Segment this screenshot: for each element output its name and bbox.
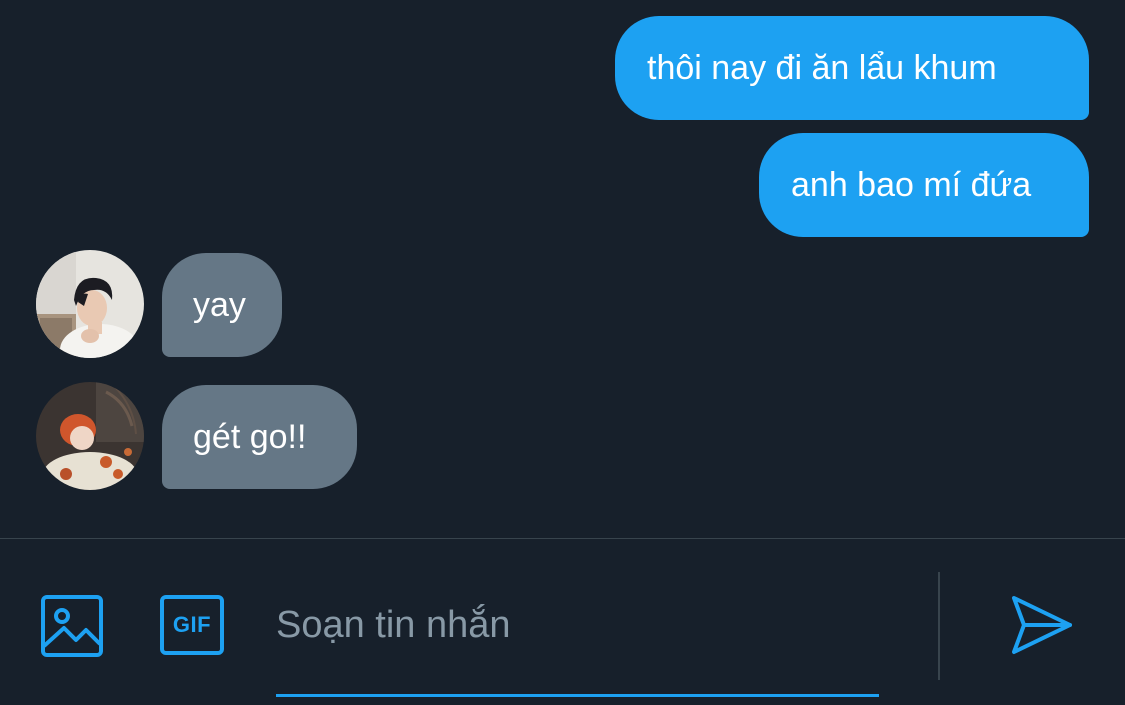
message-text: yay bbox=[193, 286, 246, 324]
gif-button-label: GIF bbox=[172, 612, 212, 637]
add-media-button[interactable] bbox=[40, 594, 104, 658]
message-input[interactable] bbox=[276, 590, 879, 660]
dm-conversation-screen: thôi nay đi ăn lẩu khum anh bao mí đứa y… bbox=[0, 0, 1125, 705]
composer-focus-underline bbox=[276, 694, 879, 697]
send-icon bbox=[1012, 596, 1072, 654]
message-bubble-incoming[interactable]: yay bbox=[162, 253, 282, 357]
avatar-orange-hair-person-icon bbox=[36, 382, 144, 490]
message-composer bbox=[276, 590, 879, 698]
avatar-dark-hair-person-icon bbox=[36, 250, 144, 358]
image-icon bbox=[41, 595, 103, 657]
composer-divider bbox=[0, 538, 1125, 539]
message-bubble-incoming[interactable]: gét go!! bbox=[162, 385, 357, 489]
message-bubble-outgoing[interactable]: anh bao mí đứa bbox=[759, 133, 1089, 237]
avatar[interactable] bbox=[36, 250, 144, 358]
message-text: anh bao mí đứa bbox=[791, 166, 1032, 204]
send-button[interactable] bbox=[1008, 592, 1074, 658]
avatar[interactable] bbox=[36, 382, 144, 490]
message-text: thôi nay đi ăn lẩu khum bbox=[647, 49, 997, 87]
message-bubble-outgoing[interactable]: thôi nay đi ăn lẩu khum bbox=[615, 16, 1089, 120]
message-text: gét go!! bbox=[193, 418, 307, 456]
send-separator bbox=[938, 572, 940, 680]
add-gif-button[interactable]: GIF bbox=[159, 594, 225, 656]
